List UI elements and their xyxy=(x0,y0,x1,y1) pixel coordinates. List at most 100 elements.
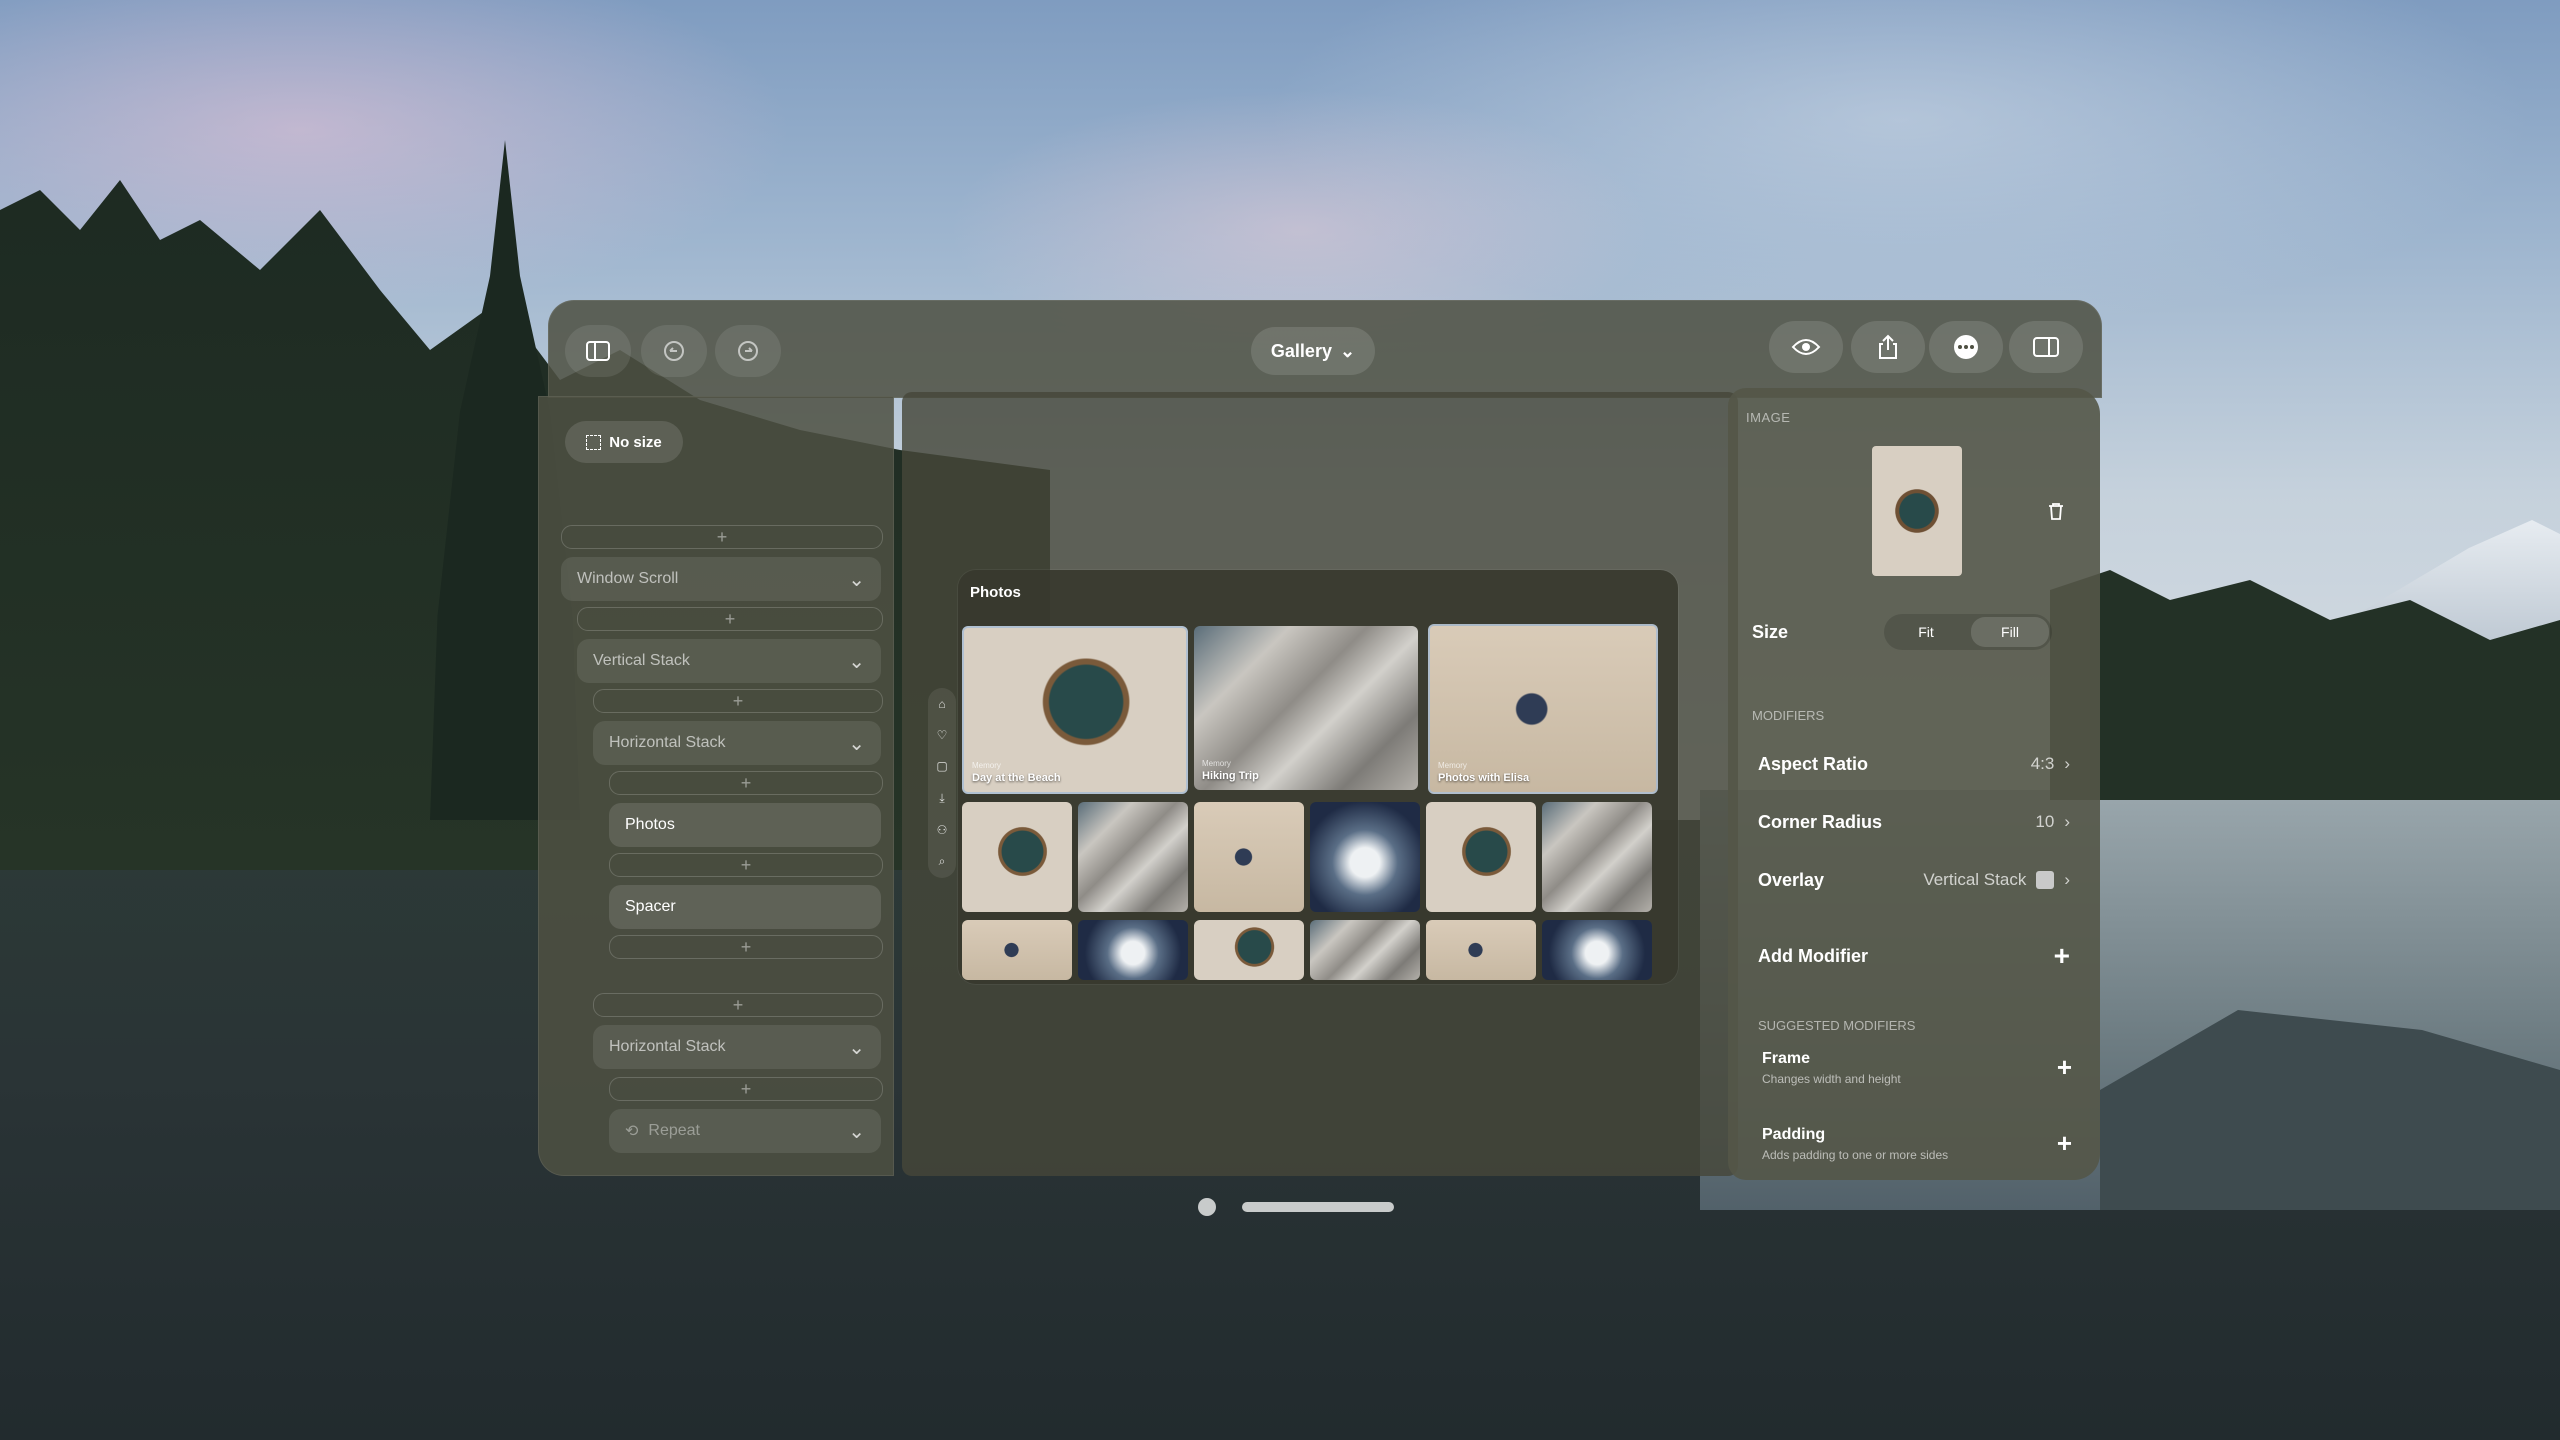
photo-thumbnail[interactable] xyxy=(1078,920,1188,980)
modifier-label: Aspect Ratio xyxy=(1758,753,1869,774)
node-label: Spacer xyxy=(625,898,676,915)
photo-thumbnail[interactable] xyxy=(1426,802,1536,912)
chevron-down-icon[interactable]: ⌄ xyxy=(848,1035,865,1060)
modifier-label: Corner Radius xyxy=(1758,811,1883,832)
eye-icon xyxy=(1791,339,1821,355)
no-size-button[interactable]: No size xyxy=(565,421,683,463)
tile-caption: Hiking Trip xyxy=(1202,770,1259,782)
photo-thumbnail[interactable] xyxy=(962,802,1072,912)
featured-tile[interactable]: Memory Photos with Elisa xyxy=(1428,624,1658,794)
node-repeat[interactable]: ⟲ Repeat ⌄ xyxy=(609,1109,881,1153)
modifier-aspect-ratio[interactable]: Aspect Ratio 4:3 › xyxy=(1758,744,2070,784)
insert-slot[interactable]: + xyxy=(593,689,883,713)
node-label: Horizontal Stack xyxy=(609,734,726,751)
node-spacer[interactable]: Spacer xyxy=(609,885,881,929)
photo-thumbnail[interactable] xyxy=(1542,920,1652,980)
search-icon[interactable]: ⌕ xyxy=(939,854,946,869)
photo-thumbnail[interactable] xyxy=(1194,920,1304,980)
plus-icon[interactable]: + xyxy=(2057,1052,2072,1083)
tile-kicker: Memory xyxy=(1438,761,1467,770)
modifier-overlay[interactable]: Overlay Vertical Stack › xyxy=(1758,860,2070,900)
more-icon xyxy=(1954,335,1978,359)
bag-icon[interactable]: ▢ xyxy=(936,759,947,773)
photo-thumbnail[interactable] xyxy=(962,920,1072,980)
home-icon[interactable]: ⌂ xyxy=(938,697,945,711)
photo-thumbnail[interactable] xyxy=(1542,802,1652,912)
photo-thumbnail[interactable] xyxy=(1310,920,1420,980)
featured-tile[interactable]: Memory Hiking Trip xyxy=(1194,626,1418,790)
inspector-panel: IMAGE Size Fit Fill MODIFIERS Aspect Rat… xyxy=(1728,388,2100,1180)
insert-slot[interactable]: + xyxy=(609,935,883,959)
insert-slot[interactable]: + xyxy=(609,853,883,877)
photo-thumbnail[interactable] xyxy=(1194,802,1304,912)
modifier-value: 10 xyxy=(2035,812,2055,831)
modifier-corner-radius[interactable]: Corner Radius 10 › xyxy=(1758,802,2070,842)
suggested-frame[interactable]: Frame Changes width and height + xyxy=(1762,1050,2072,1086)
tile-kicker: Memory xyxy=(1202,759,1231,768)
redo-button[interactable] xyxy=(715,325,781,377)
node-photos[interactable]: Photos xyxy=(609,803,881,847)
repeat-icon: ⟲ xyxy=(625,1123,639,1140)
more-button[interactable] xyxy=(1929,321,2003,373)
add-modifier-button[interactable]: Add Modifier + xyxy=(1758,936,2070,976)
modifier-value: 4:3 xyxy=(2030,754,2055,773)
inspector-toggle-button[interactable] xyxy=(2009,321,2083,373)
chevron-down-icon[interactable]: ⌄ xyxy=(848,649,865,674)
inspector-toggle-icon xyxy=(2033,337,2059,357)
node-horizontal-stack-2[interactable]: Horizontal Stack ⌄ xyxy=(593,1025,881,1069)
node-label: Photos xyxy=(625,816,675,833)
share-icon xyxy=(1879,334,1897,359)
tile-kicker: Memory xyxy=(972,761,1001,770)
featured-tile[interactable]: Memory Day at the Beach xyxy=(962,626,1188,794)
photos-preview-card[interactable]: Photos Memory Day at the Beach Memory Hi… xyxy=(958,570,1678,984)
share-button[interactable] xyxy=(1851,321,1925,373)
gallery-menu-button[interactable]: Gallery ⌄ xyxy=(1251,327,1375,375)
window-grab-bar[interactable] xyxy=(1242,1202,1394,1212)
tile-caption: Day at the Beach xyxy=(972,772,1061,784)
size-fit-option[interactable]: Fit xyxy=(1887,617,1965,647)
suggested-padding[interactable]: Padding Adds padding to one or more side… xyxy=(1762,1126,2072,1162)
download-icon[interactable]: ⤓ xyxy=(939,791,944,806)
node-vertical-stack[interactable]: Vertical Stack ⌄ xyxy=(577,639,881,683)
toolbar: Gallery ⌄ xyxy=(548,300,2102,398)
plus-icon[interactable]: + xyxy=(2057,1128,2072,1159)
node-label: Horizontal Stack xyxy=(609,1038,726,1055)
insert-slot[interactable]: + xyxy=(593,993,883,1017)
undo-icon xyxy=(664,341,684,361)
insert-slot[interactable]: + xyxy=(561,525,883,549)
node-horizontal-stack[interactable]: Horizontal Stack ⌄ xyxy=(593,721,881,765)
chevron-down-icon[interactable]: ⌄ xyxy=(848,567,865,592)
window-close-dot[interactable] xyxy=(1198,1198,1216,1216)
suggested-desc: Adds padding to one or more sides xyxy=(1762,1148,1949,1162)
people-icon[interactable]: ⚇ xyxy=(937,823,948,837)
suggested-desc: Changes width and height xyxy=(1762,1072,1901,1086)
heart-icon[interactable]: ♡ xyxy=(937,728,948,742)
no-size-label: No size xyxy=(609,433,662,451)
modifier-label: Overlay xyxy=(1758,869,1825,890)
chevron-down-icon: ⌄ xyxy=(1339,340,1356,361)
suggested-title: Frame xyxy=(1762,1050,1811,1067)
node-window-scroll[interactable]: Window Scroll ⌄ xyxy=(561,557,881,601)
redo-icon xyxy=(738,341,758,361)
photo-thumbnail[interactable] xyxy=(1426,920,1536,980)
node-label: Window Scroll xyxy=(577,570,679,587)
preview-tab-bar: ⌂ ♡ ▢ ⤓ ⚇ ⌕ xyxy=(928,688,956,878)
chevron-down-icon[interactable]: ⌄ xyxy=(848,1119,865,1144)
image-thumbnail[interactable] xyxy=(1872,446,1962,576)
insert-slot[interactable]: + xyxy=(609,1077,883,1101)
size-fill-option[interactable]: Fill xyxy=(1971,617,2049,647)
undo-button[interactable] xyxy=(641,325,707,377)
hierarchy-panel: No size + Window Scroll ⌄ + Vertical Stac… xyxy=(538,396,894,1176)
trash-icon[interactable] xyxy=(2048,502,2064,525)
photo-thumbnail[interactable] xyxy=(1078,802,1188,912)
photo-thumbnail[interactable] xyxy=(1310,802,1420,912)
chevron-down-icon[interactable]: ⌄ xyxy=(848,731,865,756)
sidebar-toggle-button[interactable] xyxy=(565,325,631,377)
gallery-label: Gallery xyxy=(1270,340,1332,361)
insert-slot[interactable]: + xyxy=(577,607,883,631)
sidebar-icon xyxy=(586,341,610,361)
section-modifiers: MODIFIERS xyxy=(1752,708,1825,723)
size-segmented-control[interactable]: Fit Fill xyxy=(1884,614,2052,650)
insert-slot[interactable]: + xyxy=(609,771,883,795)
preview-button[interactable] xyxy=(1769,321,1843,373)
